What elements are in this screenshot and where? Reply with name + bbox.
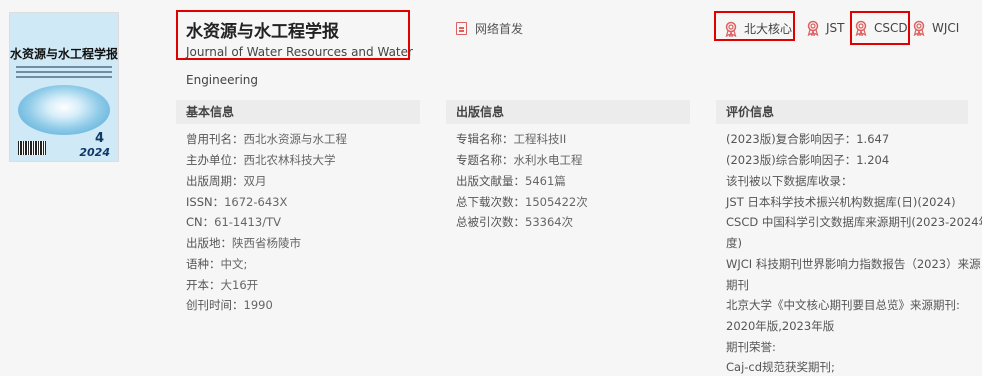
badge-label: WJCI (932, 21, 960, 35)
eval-line: 该刊被以下数据库收录： (726, 174, 853, 188)
badge-cscd[interactable]: CSCD (854, 20, 908, 36)
eval-line: (2023版)复合影响因子：1.647 (726, 132, 890, 146)
basic-row: 语种：中文; (186, 257, 248, 271)
cover-barcode (18, 141, 46, 155)
basic-row: 开本：大16开 (186, 278, 259, 292)
journal-title-zh: 水资源与水工程学报 (186, 22, 339, 42)
badge-label: CSCD (874, 21, 908, 35)
eval-line: JST 日本科学技术振兴机构数据库(日)(2024) (726, 195, 956, 209)
eval-line: CSCD 中国科学引文数据库来源期刊(2023-2024年 (726, 215, 982, 229)
eval-line: (2023版)综合影响因子：1.204 (726, 153, 890, 167)
basic-row: ISSN：1672-643X (186, 195, 288, 209)
publish-row: 总被引次数：53364次 (456, 215, 574, 229)
publish-info-heading: 出版信息 (446, 100, 690, 124)
publish-row: 出版文献量：5461篇 (456, 174, 566, 188)
journal-title-en-cont: Engineering (186, 73, 258, 87)
badge-jst[interactable]: JST (806, 20, 845, 36)
eval-line: 期刊 (726, 278, 749, 292)
net-first-publish[interactable]: 网络首发 (456, 20, 523, 37)
badge-label: 北大核心 (744, 22, 793, 36)
cover-issue: 4 (94, 131, 104, 146)
eval-line: 期刊荣誉: (726, 340, 776, 354)
award-icon (913, 20, 925, 36)
award-icon (807, 20, 819, 36)
cover-year: 2024 (79, 146, 110, 159)
award-icon (855, 20, 867, 36)
eval-line: 度) (726, 236, 742, 250)
eval-info-heading: 评价信息 (716, 100, 968, 124)
badge-wjci[interactable]: WJCI (912, 20, 959, 36)
net-first-label: 网络首发 (475, 22, 524, 36)
publish-row: 总下载次数：1505422次 (456, 195, 588, 209)
badge-pku-core[interactable]: 北大核心 (724, 20, 792, 37)
badge-label: JST (826, 21, 845, 35)
cover-water-ripple (18, 85, 110, 135)
publish-row: 专辑名称：工程科技II (456, 132, 567, 146)
eval-line: 2020年版,2023年版 (726, 319, 835, 333)
journal-cover[interactable]: 水资源与水工程学报 4 2024 (9, 12, 119, 162)
basic-info-heading: 基本信息 (176, 100, 420, 124)
basic-row: 出版周期：双月 (186, 174, 267, 188)
journal-title-en: Journal of Water Resources and Water (186, 45, 413, 59)
eval-line: WJCI 科技期刊世界影响力指数报告（2023）来源 (726, 257, 981, 271)
publish-row: 专题名称：水利水电工程 (456, 153, 583, 167)
basic-row: 创刊时间：1990 (186, 298, 273, 312)
basic-row: 主办单位：西北农林科技大学 (186, 153, 336, 167)
document-icon (456, 22, 467, 35)
eval-line: 北京大学《中文核心期刊要目总览》来源期刊: (726, 298, 960, 312)
eval-line: Caj-cd规范获奖期刊; (726, 360, 835, 374)
cover-title: 水资源与水工程学报 (10, 47, 119, 61)
basic-row: CN：61-1413/TV (186, 215, 281, 229)
cover-subtitle-lines (16, 63, 112, 85)
basic-row: 出版地：陕西省杨陵市 (186, 236, 301, 250)
basic-row: 曾用刊名：西北水资源与水工程 (186, 132, 347, 146)
award-icon (725, 21, 737, 37)
